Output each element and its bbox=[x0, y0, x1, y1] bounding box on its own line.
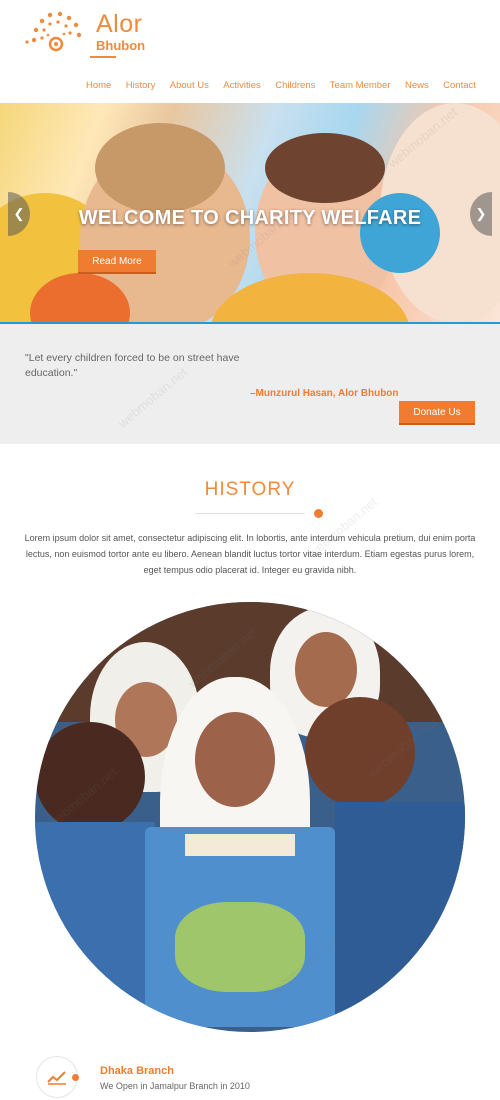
section-divider bbox=[195, 513, 305, 514]
photo-shape bbox=[175, 902, 305, 992]
logo-subtitle: Bhubon bbox=[96, 38, 146, 53]
history-photo bbox=[35, 602, 465, 1032]
nav-item-about-us[interactable]: About Us bbox=[170, 80, 209, 91]
site-header: Alor Bhubon Home History About Us Activi… bbox=[0, 0, 500, 100]
branch-subtitle: We Open in Jamalpur Branch in 2010 bbox=[100, 1081, 250, 1091]
nav-item-team-member[interactable]: Team Member bbox=[330, 80, 391, 91]
nav-item-activities[interactable]: Activities bbox=[223, 80, 260, 91]
nav-item-contact[interactable]: Contact bbox=[443, 80, 476, 91]
logo-title: Alor bbox=[96, 10, 143, 38]
nav-item-childrens[interactable]: Childrens bbox=[275, 80, 315, 91]
nav-item-history[interactable]: History bbox=[126, 80, 156, 91]
hero-image-shape bbox=[360, 193, 440, 273]
hero-image-shape bbox=[265, 133, 385, 203]
hero-slider: WELCOME TO CHARITY WELFARE Read More ❮ ❯ bbox=[0, 103, 500, 323]
photo-shape bbox=[195, 712, 275, 807]
quote-text: "Let every children forced to be on stre… bbox=[25, 352, 240, 379]
branch-title: Dhaka Branch bbox=[100, 1065, 174, 1077]
photo-shape bbox=[185, 834, 295, 856]
photo-shape bbox=[305, 697, 415, 807]
photo-shape bbox=[35, 822, 155, 1032]
main-nav: Home History About Us Activities Childre… bbox=[86, 80, 476, 91]
timeline-dot bbox=[72, 1074, 79, 1081]
logo-sun-icon bbox=[25, 11, 82, 52]
logo-underline bbox=[90, 56, 116, 58]
photo-shape bbox=[35, 722, 145, 832]
divider-dot bbox=[314, 509, 323, 518]
logo[interactable]: Alor Bhubon bbox=[24, 8, 164, 60]
nav-item-home[interactable]: Home bbox=[86, 80, 111, 91]
quote-author: –Munzurul Hasan, Alor Bhubon bbox=[250, 388, 399, 399]
history-title: HISTORY bbox=[204, 479, 296, 500]
hero-image-shape bbox=[95, 123, 225, 213]
photo-shape bbox=[295, 632, 357, 707]
quote-section: "Let every children forced to be on stre… bbox=[0, 324, 500, 444]
read-more-button[interactable]: Read More bbox=[78, 250, 156, 274]
donate-button[interactable]: Donate Us bbox=[399, 401, 475, 425]
hero-title: WELCOME TO CHARITY WELFARE bbox=[78, 207, 422, 229]
photo-shape bbox=[335, 802, 465, 1032]
history-text: Lorem ipsum dolor sit amet, consectetur … bbox=[24, 533, 476, 575]
nav-item-news[interactable]: News bbox=[405, 80, 429, 91]
